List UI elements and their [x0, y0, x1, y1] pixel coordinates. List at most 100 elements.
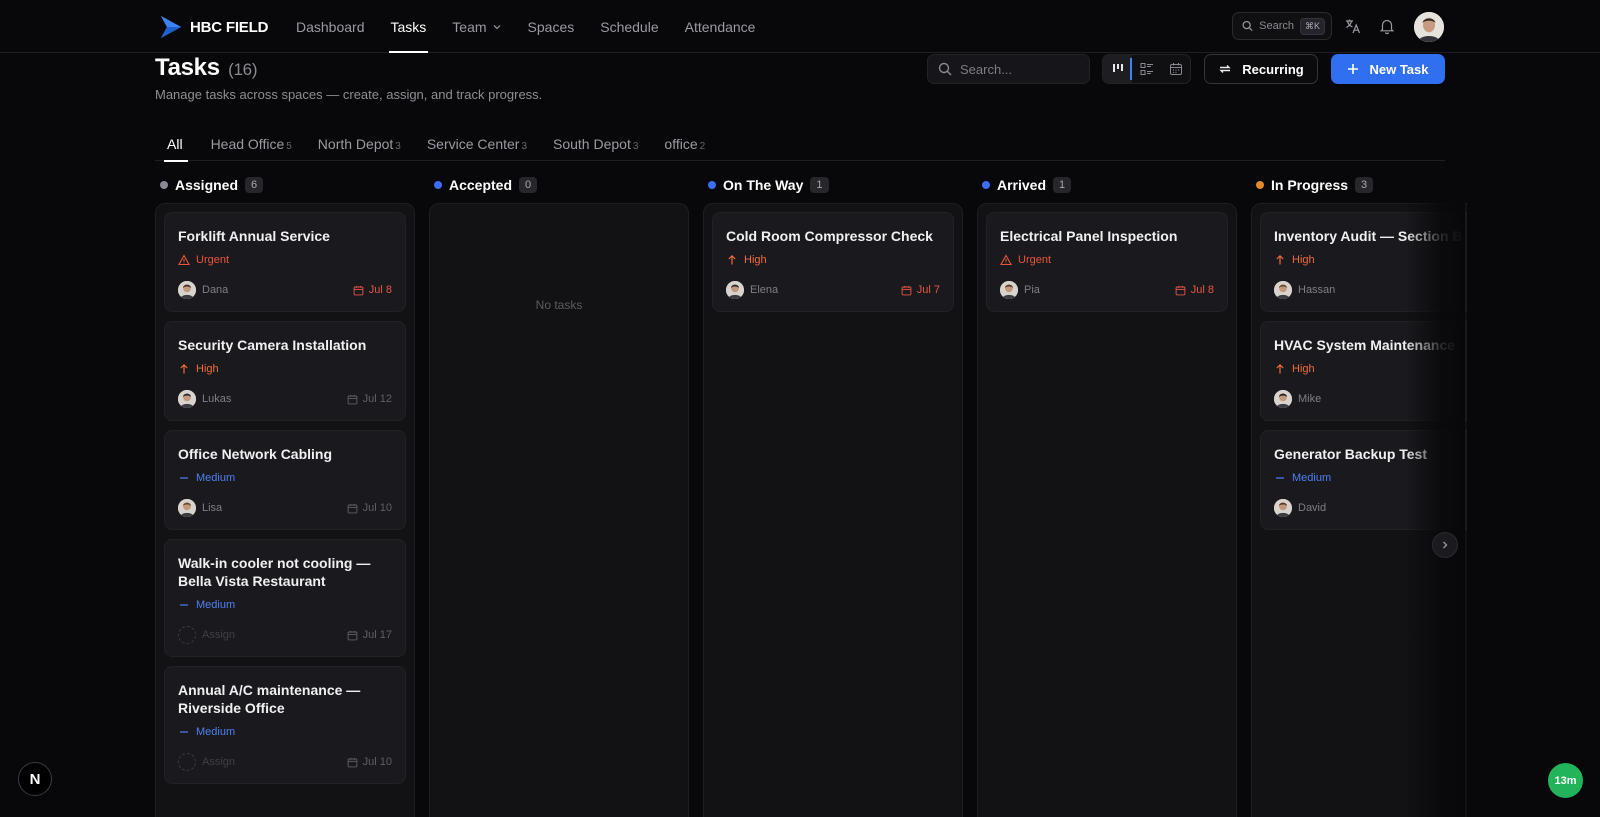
priority-badge: Medium [1274, 471, 1467, 485]
task-title: Electrical Panel Inspection [1000, 228, 1178, 244]
task-search-field[interactable]: Search... [927, 54, 1090, 84]
assignee-avatar [1274, 281, 1292, 299]
tab-count: 3 [632, 141, 639, 152]
calendar-view-button[interactable] [1161, 55, 1190, 83]
tab-north-depot[interactable]: North Depot 3 [318, 128, 401, 161]
page-title: Tasks (16) [155, 54, 258, 81]
tab-service-center[interactable]: Service Center 3 [427, 128, 527, 161]
global-search-button[interactable]: Search ⌘K [1232, 12, 1332, 40]
kanban-board: Assigned 6 Forklift Annual Service Urgen… [155, 166, 1467, 817]
priority-badge: High [178, 362, 392, 376]
calendar-icon [353, 285, 364, 295]
column-title: Arrived [997, 177, 1047, 193]
task-card[interactable]: Generator Backup Test Medium David [1260, 430, 1467, 530]
user-avatar[interactable] [1414, 12, 1444, 42]
priority-badge: High [1274, 253, 1467, 267]
assignee-avatar [178, 390, 196, 408]
board-view-button[interactable] [1103, 55, 1132, 83]
task-meta: Hassan [1274, 281, 1467, 299]
avatar-icon [178, 281, 196, 299]
due-date-label: Jul 10 [362, 502, 392, 514]
nav-dashboard[interactable]: Dashboard [296, 0, 365, 53]
tab-all[interactable]: All [164, 128, 188, 162]
nav-attendance[interactable]: Attendance [685, 0, 756, 53]
assignee-name: Elena [750, 284, 779, 296]
task-card[interactable]: Annual A/C maintenance — Riverside Offic… [164, 666, 406, 784]
framework-badge[interactable]: N [18, 762, 52, 796]
task-card[interactable]: Forklift Annual Service Urgent Dana Jul … [164, 212, 406, 312]
column-in-progress: In Progress 3 Inventory Audit — Section … [1251, 166, 1467, 817]
task-search-placeholder: Search... [960, 61, 1013, 77]
column-arrived: Arrived 1 Electrical Panel Inspection Ur… [977, 166, 1237, 817]
session-timer-badge[interactable]: 13m [1548, 763, 1583, 798]
tab-office[interactable]: office 2 [664, 128, 705, 161]
calendar-icon [347, 394, 357, 404]
task-card[interactable]: Security Camera Installation High Lukas … [164, 321, 406, 421]
column-title: Assigned [175, 177, 239, 193]
assignee-avatar [178, 281, 196, 299]
column-body: Inventory Audit — Section B High Hassan … [1251, 203, 1467, 817]
column-count: 3 [1355, 177, 1374, 193]
column-body: Forklift Annual Service Urgent Dana Jul … [155, 203, 415, 817]
task-card[interactable]: Inventory Audit — Section B High Hassan [1260, 212, 1467, 312]
task-meta: David [1274, 499, 1467, 517]
tab-south-depot[interactable]: South Depot 3 [553, 128, 638, 161]
search-icon [938, 62, 952, 76]
assign-button[interactable]: Assign [202, 756, 235, 768]
arrow-up-icon [1276, 254, 1284, 265]
new-task-button[interactable]: New Task [1331, 54, 1445, 84]
column-count: 0 [519, 177, 538, 193]
task-card[interactable]: Office Network Cabling Medium Lisa Jul 1… [164, 430, 406, 530]
task-card[interactable]: Walk-in cooler not cooling — Bella Vista… [164, 539, 406, 657]
column-count: 6 [245, 177, 264, 193]
chevron-right-icon [1443, 541, 1448, 549]
column-header: On The Way 1 [703, 166, 963, 204]
task-title: HVAC System Maintenance [1274, 337, 1456, 353]
alert-triangle-icon [178, 254, 190, 266]
plus-icon [1348, 64, 1359, 74]
list-view-button[interactable] [1132, 55, 1161, 83]
calendar-icon [347, 630, 357, 640]
nav-schedule[interactable]: Schedule [600, 0, 658, 53]
tab-label: All [167, 136, 183, 152]
assign-button[interactable]: Assign [202, 629, 235, 641]
column-header: Assigned 6 [155, 166, 415, 204]
minus-icon [180, 731, 188, 733]
priority-label: High [196, 363, 219, 375]
priority-badge: Medium [178, 725, 392, 739]
column-body: Electrical Panel Inspection Urgent Pia J… [977, 203, 1237, 817]
scroll-right-button[interactable] [1432, 532, 1458, 558]
recurring-button[interactable]: Recurring [1204, 54, 1318, 84]
task-card[interactable]: Cold Room Compressor Check High Elena Ju… [712, 212, 954, 312]
task-meta: Assign Jul 10 [178, 753, 392, 771]
tab-head-office[interactable]: Head Office 5 [211, 128, 292, 161]
app-logo[interactable]: HBC FIELD [160, 14, 268, 40]
nav-spaces[interactable]: Spaces [528, 0, 575, 53]
assignee-avatar [1000, 281, 1018, 299]
translate-icon[interactable] [1344, 17, 1362, 35]
avatar-icon [178, 390, 196, 408]
task-card[interactable]: HVAC System Maintenance High Mike [1260, 321, 1467, 421]
list-icon [1140, 63, 1153, 75]
task-card[interactable]: Electrical Panel Inspection Urgent Pia J… [986, 212, 1228, 312]
priority-label: Urgent [196, 254, 230, 266]
tab-label: office [664, 136, 698, 152]
logo-icon [161, 16, 181, 38]
column-body: No tasks [429, 203, 689, 817]
due-date-label: Jul 8 [1190, 284, 1214, 296]
task-meta: Lukas Jul 12 [178, 390, 392, 408]
column-title: In Progress [1271, 177, 1349, 193]
assign-placeholder-avatar[interactable] [178, 626, 196, 644]
assign-placeholder-avatar[interactable] [178, 753, 196, 771]
tab-label: Head Office [210, 136, 285, 152]
due-date-label: Jul 8 [368, 284, 392, 296]
priority-label: Urgent [1018, 254, 1052, 266]
task-meta: Dana Jul 8 [178, 281, 392, 299]
status-dot [1256, 181, 1264, 189]
due-date: Jul 12 [347, 393, 392, 405]
task-title: Inventory Audit — Section B [1274, 228, 1463, 244]
nav-tasks[interactable]: Tasks [388, 0, 429, 53]
assignee-avatar [1274, 499, 1292, 517]
nav-team[interactable]: Team [452, 0, 501, 53]
bell-icon[interactable] [1378, 17, 1396, 35]
